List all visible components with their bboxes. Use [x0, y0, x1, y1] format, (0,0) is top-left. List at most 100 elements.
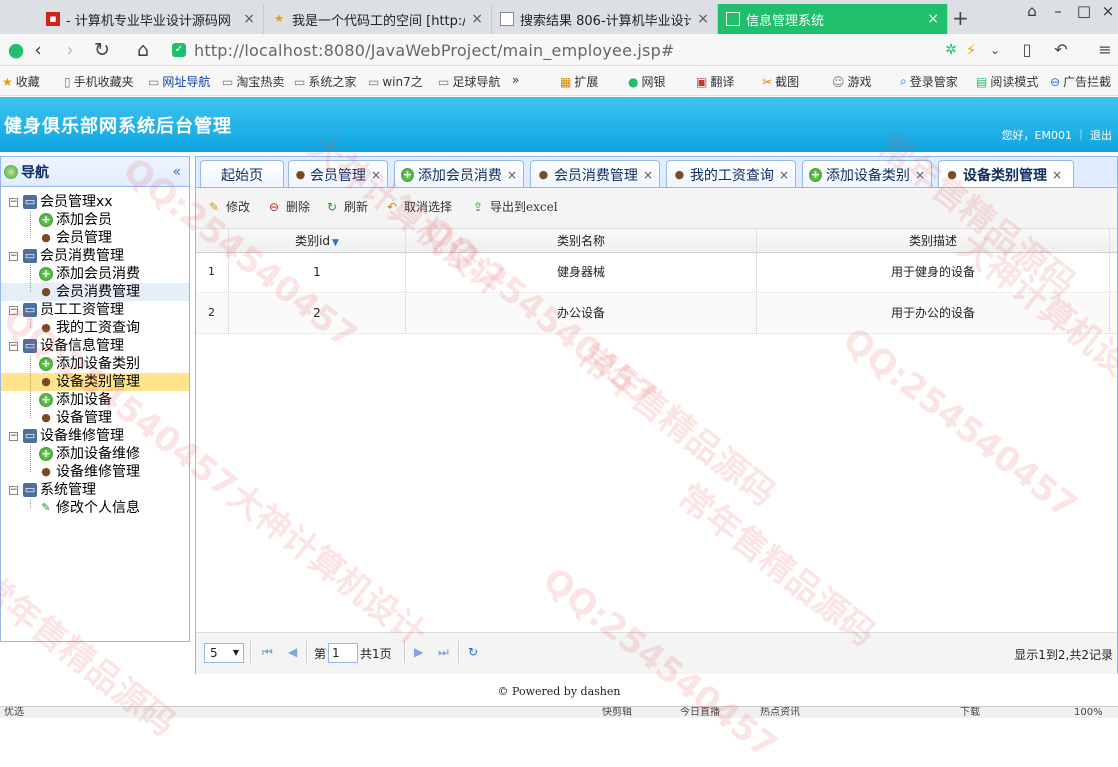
tab-add-consume[interactable]: + 添加会员消费 ×	[394, 160, 524, 188]
bookmark-adblock[interactable]: ⊖ 广告拦截	[1050, 73, 1111, 90]
bookmark-football[interactable]: ▭ 足球导航	[438, 73, 500, 90]
status-item[interactable]: 下载	[960, 707, 980, 718]
nav-item-label: 添加设备维修	[56, 446, 140, 462]
chevron-down-icon[interactable]: ⌄	[982, 37, 1008, 63]
edit-button[interactable]: ✎ 修改	[206, 198, 250, 215]
status-item[interactable]: 优选	[4, 707, 24, 718]
reload-icon[interactable]: ↻	[89, 37, 115, 63]
close-icon[interactable]: ×	[371, 168, 381, 182]
tab-category-manage[interactable]: ● 设备类别管理 ×	[938, 160, 1074, 189]
bookmark-taobao[interactable]: ▭ 淘宝热卖	[222, 73, 284, 90]
tab-label: 设备类别管理	[963, 168, 1047, 184]
star-icon: ★	[274, 12, 284, 25]
table-row[interactable]: 1 1 健身器械 用于健身的设备	[196, 253, 1117, 293]
next-page-icon[interactable]: ▶	[414, 645, 423, 659]
phone-icon[interactable]: ▯	[1014, 37, 1040, 63]
collapse-toggle-icon[interactable]: −	[9, 198, 18, 207]
bookmark-games[interactable]: ☺ 游戏	[832, 73, 872, 90]
refresh-button[interactable]: ↻ 刷新	[324, 198, 368, 215]
collapse-toggle-icon[interactable]: −	[9, 252, 18, 261]
bookmark-system[interactable]: ▭ 系统之家	[294, 73, 356, 90]
nav-group[interactable]: − ▭ 设备信息管理	[1, 337, 189, 355]
prev-page-icon[interactable]: ◀	[288, 645, 297, 659]
close-icon[interactable]: ×	[1052, 168, 1062, 182]
star-icon: ★	[2, 74, 13, 89]
page-size-select[interactable]: 5 ▼	[204, 643, 244, 663]
page-icon: ▭	[222, 74, 234, 89]
browser-tab-1[interactable]: ▪ - 计算机专业毕业设计源码网 ×	[38, 4, 264, 34]
collapse-toggle-icon[interactable]: −	[9, 342, 18, 351]
table-row[interactable]: 2 2 办公设备 用于办公的设备	[196, 294, 1117, 334]
tab-consume-manage[interactable]: ● 会员消费管理 ×	[530, 160, 660, 188]
close-icon[interactable]: ×	[697, 11, 709, 27]
collapse-toggle-icon[interactable]: −	[9, 486, 18, 495]
grid-pager: 5 ▼ ⏮ ◀ 第 1 共1页 ▶ ⏭ ↻ 显示1到2,共2记录	[196, 632, 1117, 674]
nav-group[interactable]: − ▭ 会员消费管理	[1, 247, 189, 265]
last-page-icon[interactable]: ⏭	[438, 645, 449, 660]
window-close-icon[interactable]: ×	[1095, 0, 1118, 22]
minimize-icon[interactable]: –	[1045, 0, 1071, 22]
bookmark-mobile[interactable]: ▯ 手机收藏夹	[64, 73, 134, 90]
cancel-select-button[interactable]: ↶ 取消选择	[384, 198, 452, 215]
column-header-name[interactable]: 类别名称	[406, 229, 757, 252]
bookmark-more[interactable]: »	[512, 73, 519, 87]
status-item[interactable]: 100%	[1074, 707, 1103, 718]
nav-group[interactable]: − ▭ 会员管理xx	[1, 193, 189, 211]
collapse-toggle-icon[interactable]: −	[9, 306, 18, 315]
bookmark-win7[interactable]: ▭ win7之	[368, 73, 423, 90]
browser-tab-3[interactable]: 搜索结果 806-计算机毕业设计 ×	[492, 4, 718, 34]
browser-tab-2[interactable]: ★ 我是一个代码工的空间 [http:// ×	[264, 4, 492, 34]
tab-home[interactable]: 起始页	[200, 160, 284, 188]
delete-button[interactable]: ⊖ 删除	[266, 198, 310, 215]
tab-member-manage[interactable]: ● 会员管理 ×	[288, 160, 388, 188]
tab-salary-query[interactable]: ● 我的工资查询 ×	[666, 160, 796, 188]
menu-icon[interactable]: ≡	[1092, 37, 1118, 63]
bookmark-screenshot[interactable]: ✂ 截图	[762, 73, 799, 90]
nav-group[interactable]: − ▭ 员工工资管理	[1, 301, 189, 319]
close-icon[interactable]: ×	[507, 168, 517, 182]
close-icon[interactable]: ×	[779, 168, 789, 182]
status-item[interactable]: 今日直播	[680, 707, 720, 718]
tab-add-category[interactable]: + 添加设备类别 ×	[802, 160, 932, 188]
home-icon[interactable]: ⌂	[130, 37, 156, 63]
close-icon[interactable]: ×	[915, 168, 925, 182]
tab-label: 会员消费管理	[553, 167, 638, 184]
status-item[interactable]: 快剪辑	[602, 707, 632, 718]
bookmark-favorites[interactable]: ★ 收藏	[2, 73, 40, 90]
close-icon[interactable]: ×	[643, 168, 653, 182]
chevron-down-icon: ▼	[232, 648, 239, 657]
forward-icon[interactable]: ›	[57, 37, 83, 63]
user-info-logout[interactable]: 您好，EM001 ｜ 退出	[1002, 127, 1112, 143]
computer-icon: ▭	[23, 339, 37, 353]
status-item[interactable]: 热点资讯	[760, 707, 800, 718]
close-icon[interactable]: ×	[243, 11, 255, 27]
collapse-toggle-icon[interactable]: −	[9, 432, 18, 441]
browser-tab-4[interactable]: 信息管理系统 ×	[718, 4, 948, 34]
bookmark-login[interactable]: ⌕ 登录管家	[900, 73, 958, 90]
page-number-input[interactable]: 1	[328, 643, 359, 663]
first-page-icon[interactable]: ⏮	[262, 645, 273, 660]
nav-group[interactable]: − ▭ 设备维修管理	[1, 427, 189, 445]
url-field[interactable]: ✓ http://localhost:8080/JavaWebProject/m…	[172, 38, 982, 62]
undo-icon[interactable]: ↶	[1048, 37, 1074, 63]
close-icon[interactable]: ×	[927, 11, 939, 27]
lightning-icon[interactable]: ⚡	[958, 37, 984, 63]
shirt-skin-icon[interactable]: ⌂	[1019, 0, 1045, 22]
bookmark-translate[interactable]: ▣ 翻译	[696, 73, 734, 90]
bookmark-extensions[interactable]: ▦ 扩展	[560, 73, 598, 90]
back-icon[interactable]: ‹	[25, 37, 51, 63]
bookmark-reader[interactable]: ▤ 阅读模式	[976, 73, 1038, 90]
bookmark-nav[interactable]: ▭ 网址导航	[148, 73, 210, 90]
nav-group[interactable]: − ▭ 系统管理	[1, 481, 189, 499]
column-header-desc[interactable]: 类别描述	[757, 229, 1110, 252]
bookmark-bank[interactable]: ● 网银	[628, 73, 666, 90]
export-excel-button[interactable]: ⇪ 导出到excel	[470, 198, 558, 215]
column-header-id[interactable]: 类别id ▼	[229, 229, 406, 252]
refresh-icon[interactable]: ↻	[468, 645, 478, 659]
close-icon[interactable]: ×	[471, 11, 483, 27]
new-tab-icon[interactable]: +	[952, 6, 969, 30]
page-icon	[500, 12, 514, 26]
maximize-icon[interactable]: □	[1071, 0, 1097, 22]
collapse-icon[interactable]: «	[172, 164, 181, 180]
bookmark-label: 阅读模式	[990, 75, 1039, 89]
